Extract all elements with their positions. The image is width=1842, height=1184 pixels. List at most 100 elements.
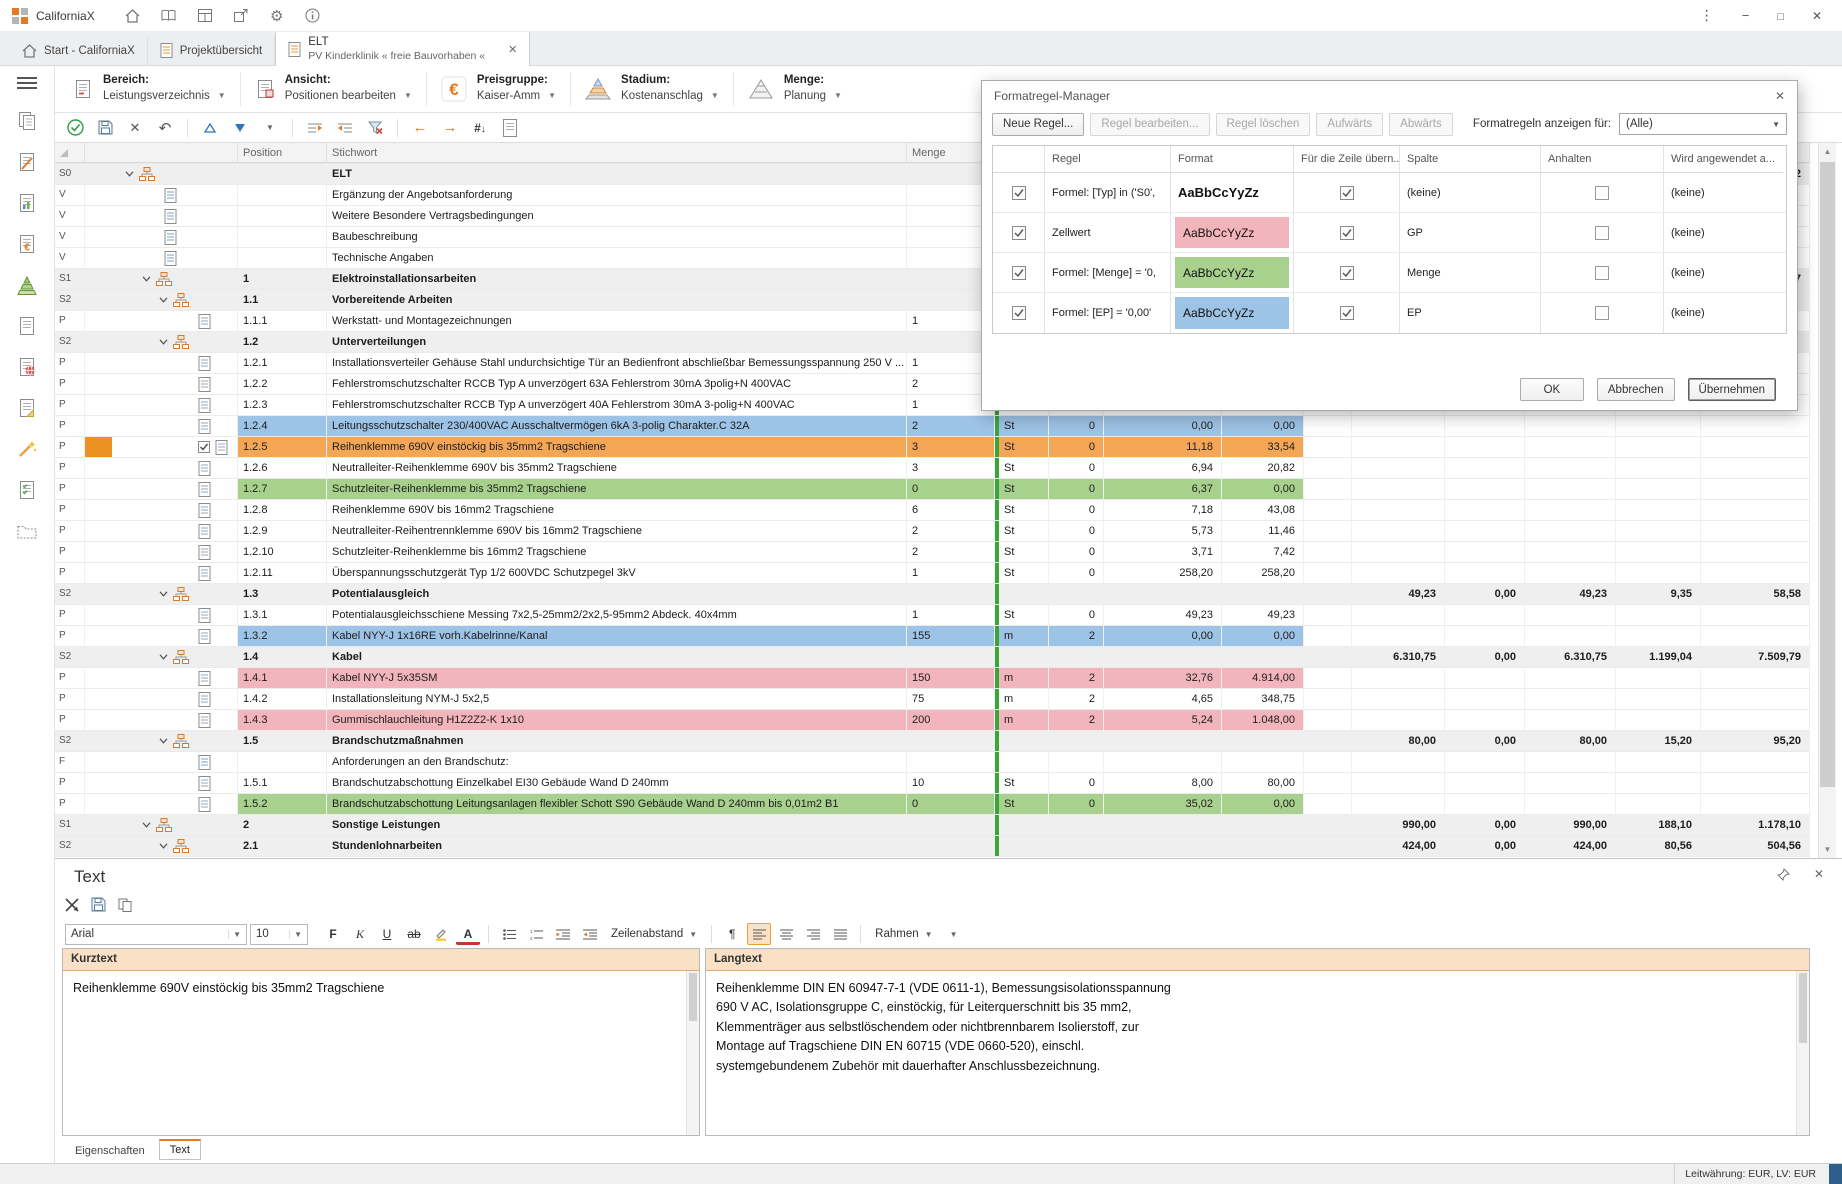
cell-sum[interactable]: [1616, 521, 1701, 541]
pyramid-green-icon[interactable]: [15, 273, 39, 297]
cell-decimals[interactable]: [1049, 731, 1104, 751]
cell-stichwort[interactable]: Potentialausgleich: [327, 584, 907, 604]
cell-sum[interactable]: [1445, 542, 1525, 562]
dialog-titlebar[interactable]: Formatregel-Manager ✕: [982, 81, 1797, 111]
level-demote-icon[interactable]: [333, 116, 357, 140]
cell-sum[interactable]: 504,56: [1701, 836, 1810, 856]
cell-sum[interactable]: 0,00: [1445, 815, 1525, 835]
cell-sum[interactable]: [1701, 542, 1810, 562]
cell-sum[interactable]: [1616, 437, 1701, 457]
cell-gp[interactable]: 258,20: [1222, 563, 1304, 583]
rule-expression[interactable]: Zellwert: [1045, 213, 1171, 252]
cell-stichwort[interactable]: Sonstige Leistungen: [327, 815, 907, 835]
cell-sum[interactable]: [1616, 689, 1701, 709]
cell-decimals[interactable]: [1049, 836, 1104, 856]
row-type[interactable]: S2: [55, 584, 85, 604]
cell-stichwort[interactable]: Kabel NYY-J 1x16RE vorh.Kabelrinne/Kanal: [327, 626, 907, 646]
cell-stichwort[interactable]: Gummischlauchleitung H1Z2Z2-K 1x10: [327, 710, 907, 730]
cell-sum[interactable]: 990,00: [1352, 815, 1445, 835]
nav-back-icon[interactable]: ←: [408, 116, 432, 140]
cell-gp[interactable]: 1.048,00: [1222, 710, 1304, 730]
rule-column[interactable]: (keine): [1400, 173, 1541, 212]
note-doc-icon[interactable]: [15, 396, 39, 420]
cell-gp[interactable]: [1222, 647, 1304, 667]
cell-sum[interactable]: [1616, 458, 1701, 478]
row-type[interactable]: S2: [55, 290, 85, 310]
cell-stichwort[interactable]: Baubeschreibung: [327, 227, 907, 247]
cell-stichwort[interactable]: Kabel NYY-J 5x35SM: [327, 668, 907, 688]
cell-position[interactable]: 1.2.8: [238, 500, 327, 520]
cell-decimals[interactable]: 2: [1049, 626, 1104, 646]
cell-menge[interactable]: [907, 584, 995, 604]
row-tree[interactable]: [85, 437, 238, 457]
cell-sum[interactable]: [1701, 752, 1810, 772]
cell-sum[interactable]: 95,20: [1701, 731, 1810, 751]
table-row[interactable]: S2 1.3 Potentialausgleich 49,23 0,00 49,23 9,3…: [55, 584, 1810, 605]
cell-ep[interactable]: [1104, 731, 1222, 751]
rule-stop-checkbox[interactable]: [1541, 253, 1664, 292]
cell-position[interactable]: 1.3: [238, 584, 327, 604]
row-tree[interactable]: [85, 647, 238, 667]
save-icon[interactable]: [93, 116, 117, 140]
cell-gp[interactable]: 0,00: [1222, 416, 1304, 436]
cell-stichwort[interactable]: Potentialausgleichsschiene Messing 7x2,5…: [327, 605, 907, 625]
cell-sum[interactable]: [1525, 416, 1616, 436]
cell-decimals[interactable]: 0: [1049, 437, 1104, 457]
share-icon[interactable]: [231, 6, 251, 26]
cell-gp[interactable]: [1222, 815, 1304, 835]
cell-position[interactable]: 1.1: [238, 290, 327, 310]
book-icon[interactable]: [159, 6, 179, 26]
cell-sum[interactable]: [1352, 563, 1445, 583]
goto-number-icon[interactable]: #↓: [468, 116, 492, 140]
cell-sum[interactable]: [1701, 605, 1810, 625]
row-type[interactable]: S2: [55, 731, 85, 751]
table-row[interactable]: S2 2.1 Stundenlohnarbeiten 424,00 0,00 424,00…: [55, 836, 1810, 857]
cell-menge[interactable]: [907, 752, 995, 772]
cell-ep[interactable]: 5,73: [1104, 521, 1222, 541]
table-row[interactable]: P 1.2.9 Neutralleiter-Reihentrennklemme 69…: [55, 521, 1810, 542]
cell-stichwort[interactable]: Weitere Besondere Vertragsbedingungen: [327, 206, 907, 226]
cell-sum[interactable]: [1701, 626, 1810, 646]
row-tree[interactable]: [85, 521, 238, 541]
row-type[interactable]: P: [55, 395, 85, 415]
row-type[interactable]: P: [55, 626, 85, 646]
expand-chevron-icon[interactable]: [125, 171, 134, 177]
expand-chevron-icon[interactable]: [142, 276, 151, 282]
cell-position[interactable]: [238, 206, 327, 226]
dropdown-caret-icon[interactable]: ▼: [258, 116, 282, 140]
cell-gp[interactable]: 0,00: [1222, 479, 1304, 499]
cell-ep[interactable]: 258,20: [1104, 563, 1222, 583]
cell-position[interactable]: 1.2.1: [238, 353, 327, 373]
row-tree[interactable]: [85, 164, 238, 184]
cell-stichwort[interactable]: Neutralleiter-Reihentrennklemme 690V bis…: [327, 521, 907, 541]
cell-gp[interactable]: 20,82: [1222, 458, 1304, 478]
rules-grid-column-header[interactable]: Wird angewendet a...: [1664, 146, 1783, 173]
cell-decimals[interactable]: 0: [1049, 416, 1104, 436]
cell-position[interactable]: 1.5.2: [238, 794, 327, 814]
cell-menge[interactable]: 0: [907, 794, 995, 814]
cell-position[interactable]: 1.3.2: [238, 626, 327, 646]
tab-eigenschaften[interactable]: Eigenschaften: [65, 1142, 155, 1160]
rule-stop-checkbox[interactable]: [1541, 213, 1664, 252]
cell-sum[interactable]: [1352, 437, 1445, 457]
cell-sum[interactable]: [1445, 605, 1525, 625]
cell-stichwort[interactable]: Stundenlohnarbeiten: [327, 836, 907, 856]
cell-sum[interactable]: [1701, 773, 1810, 793]
rules-grid-column-header[interactable]: Spalte: [1400, 146, 1541, 173]
rule-row[interactable]: Formel: [Typ] in ('S0', AaBbCcYyZz (keine)…: [993, 173, 1786, 213]
align-justify-button[interactable]: [828, 923, 852, 945]
highlight-button[interactable]: [429, 923, 453, 945]
cell-unit[interactable]: St: [999, 416, 1049, 436]
cell-sum[interactable]: [1445, 458, 1525, 478]
rule-row-apply-checkbox[interactable]: [1294, 173, 1400, 212]
tab-text[interactable]: Text: [158, 1139, 201, 1160]
cell-stichwort[interactable]: Neutralleiter-Reihenklemme 690V bis 35mm…: [327, 458, 907, 478]
move-up-button[interactable]: Aufwärts: [1316, 112, 1384, 136]
table-vertical-scrollbar[interactable]: ▲ ▼: [1818, 143, 1836, 858]
row-tree[interactable]: [85, 542, 238, 562]
row-tree[interactable]: [85, 731, 238, 751]
cell-position[interactable]: 1.2.9: [238, 521, 327, 541]
cell-sum[interactable]: [1525, 773, 1616, 793]
table-row[interactable]: P 1.2.5 Reihenklemme 690V einstöckig bis 3…: [55, 437, 1810, 458]
cell-unit[interactable]: St: [999, 542, 1049, 562]
